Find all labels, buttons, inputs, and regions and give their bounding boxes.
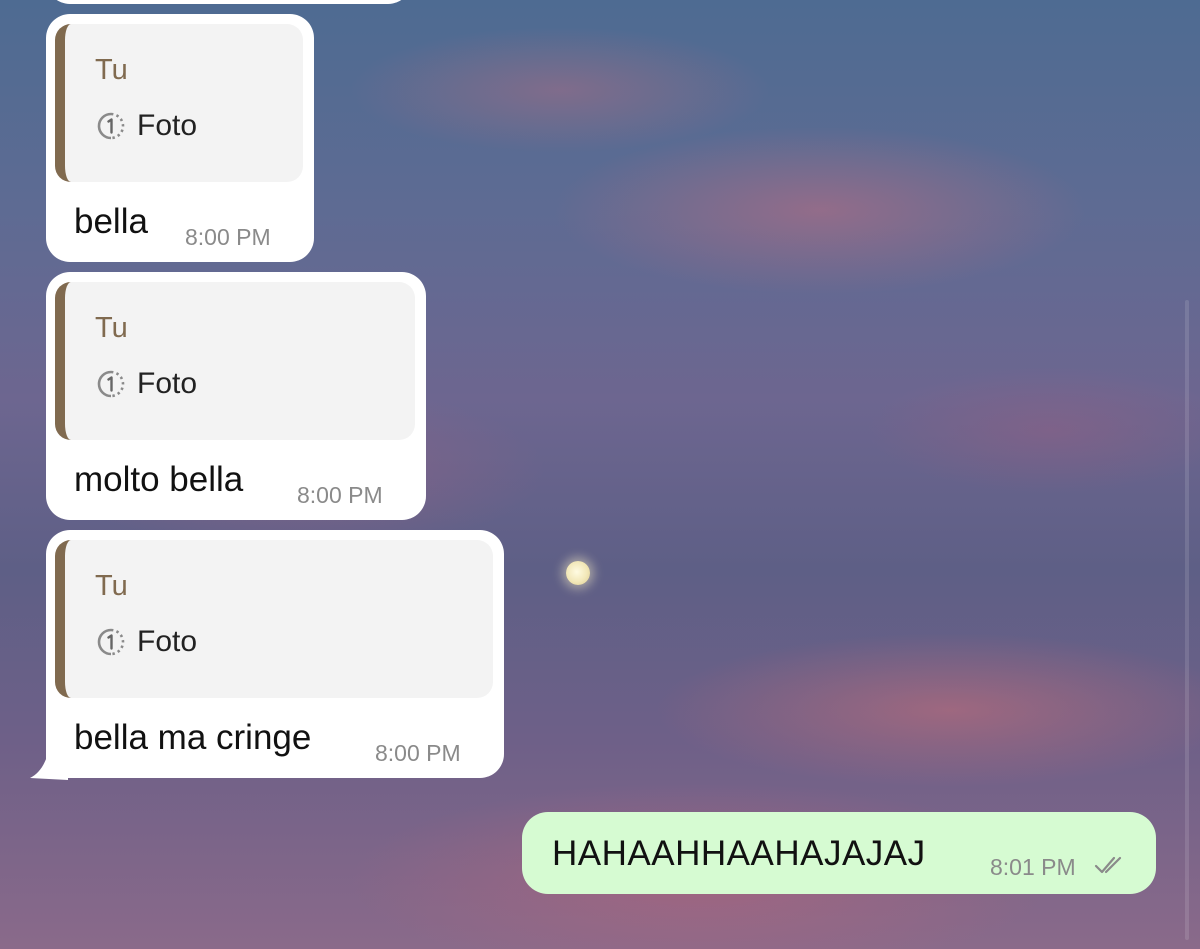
quoted-media-label: Foto [137, 625, 198, 658]
quoted-media-label: Foto [137, 109, 198, 142]
quoted-media-label: Foto [137, 367, 198, 400]
message-bubble[interactable]: Tu Foto bella 8:00 PM [46, 14, 314, 262]
message-time: 8:01 PM [990, 854, 1076, 880]
quoted-media: Foto [95, 626, 197, 658]
quoted-message[interactable]: Tu Foto [55, 282, 415, 440]
outgoing-message-bubble[interactable]: HAHAAHHAAHAJAJAJ 8:01 PM [522, 812, 1156, 894]
message-time: 8:00 PM [375, 740, 461, 766]
quoted-message[interactable]: Tu Foto [55, 540, 493, 698]
view-once-icon [97, 112, 125, 140]
quoted-author: Tu [95, 54, 128, 86]
quoted-media: Foto [95, 368, 197, 400]
message-bubble-partial[interactable] [46, 0, 412, 4]
message-bubble[interactable]: Tu Foto bella ma cringe 8:00 PM [46, 530, 504, 778]
scroll-indicator[interactable] [1185, 300, 1189, 940]
view-once-icon [97, 370, 125, 398]
moon-image [566, 561, 590, 585]
message-time: 8:00 PM [297, 482, 383, 508]
message-text: molto bella [74, 460, 244, 499]
quoted-message[interactable]: Tu Foto [55, 24, 303, 182]
double-check-icon [1094, 856, 1122, 874]
message-bubble[interactable]: Tu Foto molto bella 8:00 PM [46, 272, 426, 520]
quoted-author: Tu [95, 570, 128, 602]
quoted-media: Foto [95, 110, 197, 142]
message-text: bella [74, 202, 148, 241]
message-text: HAHAAHHAAHAJAJAJ [552, 834, 926, 873]
view-once-icon [97, 628, 125, 656]
message-time: 8:00 PM [185, 224, 271, 250]
quoted-author: Tu [95, 312, 128, 344]
message-text: bella ma cringe [74, 718, 312, 757]
